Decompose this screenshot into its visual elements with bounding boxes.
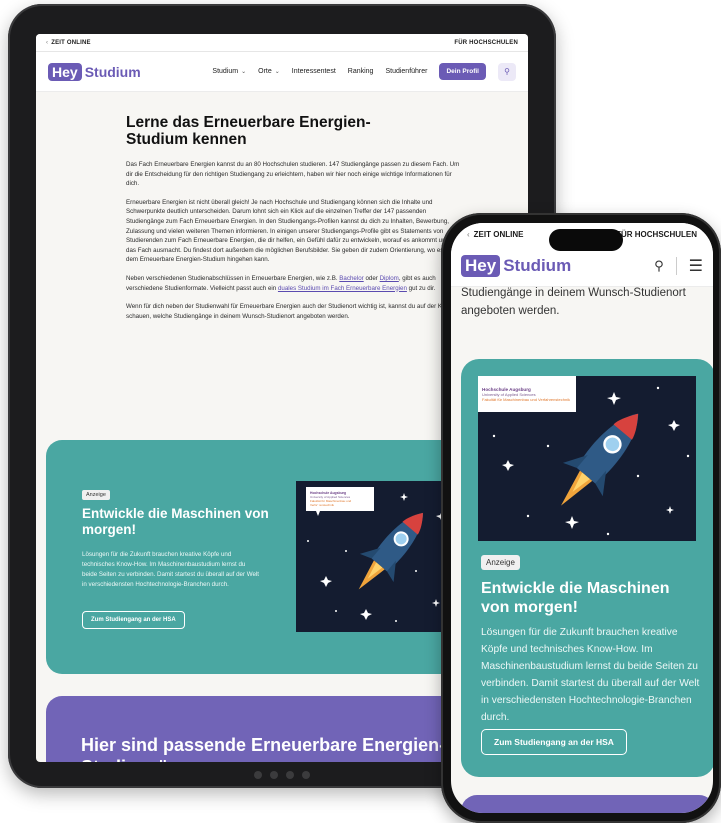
top-bar: ‹ ZEIT ONLINE FÜR HOCHSCHULEN [36, 34, 528, 52]
main-nav: Hey Studium Studium ⌄ Orte ⌄ Interessentes… [36, 52, 528, 92]
nav-item-studienfuehrer[interactable]: Studienführer [385, 68, 427, 75]
article-paragraph: Neben verschiedenen Studienabschlüssen i… [126, 274, 436, 292]
nav-item-orte[interactable]: Orte ⌄ [258, 68, 280, 75]
dual-study-link[interactable]: duales Studium im Fach Erneuerbare Energ… [278, 285, 407, 292]
ad-cta-button[interactable]: Zum Studiengang an der HSA [481, 729, 627, 755]
heystudium-logo[interactable]: Hey Studium [461, 254, 571, 277]
profile-button[interactable]: Dein Profil [439, 63, 486, 80]
article-paragraph: Erneuerbare Energien ist nicht überall g… [126, 198, 462, 264]
results-title: Hier sind passende Erneuerbare Energien-… [81, 735, 445, 762]
zeit-online-link[interactable]: ‹ ZEIT ONLINE [46, 40, 91, 46]
main-nav: Hey Studium ⚲ ☰ [451, 245, 713, 287]
divider [675, 256, 677, 275]
nav-item-studium[interactable]: Studium ⌄ [212, 68, 246, 75]
article-paragraph: Das Fach Erneuerbare Energien kannst du … [126, 161, 460, 188]
chevron-left-icon: ‹ [46, 39, 49, 46]
ad-badge: Anzeige [481, 555, 520, 570]
rocket-illustration[interactable]: Hochschule Augsburg University of Applie… [296, 481, 458, 632]
dynamic-island [549, 229, 623, 251]
search-icon[interactable]: ⚲ [498, 62, 516, 81]
rocket-illustration[interactable]: Hochschule Augsburg University of Applie… [478, 376, 696, 541]
ad-badge: Anzeige [82, 490, 110, 500]
ad-title: Entwickle die Maschinen von morgen! [481, 580, 670, 616]
ad-text: Lösungen für die Zukunft brauchen kreati… [481, 627, 700, 723]
phone-screen: ‹ ZEIT ONLINE FÜR HOCHSCHULEN Hey Studium… [451, 223, 713, 813]
for-universities-link[interactable]: FÜR HOCHSCHULEN [454, 40, 518, 46]
heystudium-logo[interactable]: Hey Studium [48, 62, 141, 81]
phone-device: ‹ ZEIT ONLINE FÜR HOCHSCHULEN Hey Studium… [441, 213, 721, 823]
hamburger-menu-icon[interactable]: ☰ [689, 256, 703, 276]
diplom-link[interactable]: Diplom [380, 275, 399, 282]
rocket-icon [492, 386, 690, 536]
chevron-down-icon: ⌄ [274, 69, 280, 75]
ad-banner: Hochschule Augsburg University of Applie… [461, 359, 713, 777]
chevron-down-icon: ⌄ [241, 69, 247, 75]
ad-cta-button[interactable]: Zum Studiengang an der HSA [82, 611, 185, 629]
nav-item-interessentest[interactable]: Interessentest [292, 68, 336, 75]
chevron-left-icon: ‹ [467, 229, 470, 239]
search-icon[interactable]: ⚲ [654, 258, 664, 274]
ad-title: Entwickle die Maschinen von morgen! [82, 506, 269, 537]
for-universities-link[interactable]: FÜR HOCHSCHULEN [616, 230, 697, 239]
tablet-dock-indicators [232, 768, 332, 782]
rocket-icon [307, 493, 452, 622]
results-section-edge [461, 795, 713, 813]
article-paragraph: Wenn für dich neben der Studienwahl für … [126, 303, 453, 320]
zeit-online-link[interactable]: ‹ ZEIT ONLINE [467, 230, 523, 239]
nav-menu: Studium ⌄ Orte ⌄ Interessentest Ranking St… [212, 62, 516, 81]
article-title: Lerne das Erneuerbare Energien-Studium k… [126, 114, 371, 148]
ad-text: Lösungen für die Zukunft brauchen kreati… [82, 551, 260, 588]
nav-item-ranking[interactable]: Ranking [348, 68, 374, 75]
article-text-fragment: Studiengänge in deinem Wunsch-Studienort… [461, 287, 686, 317]
bachelor-link[interactable]: Bachelor [339, 275, 363, 282]
